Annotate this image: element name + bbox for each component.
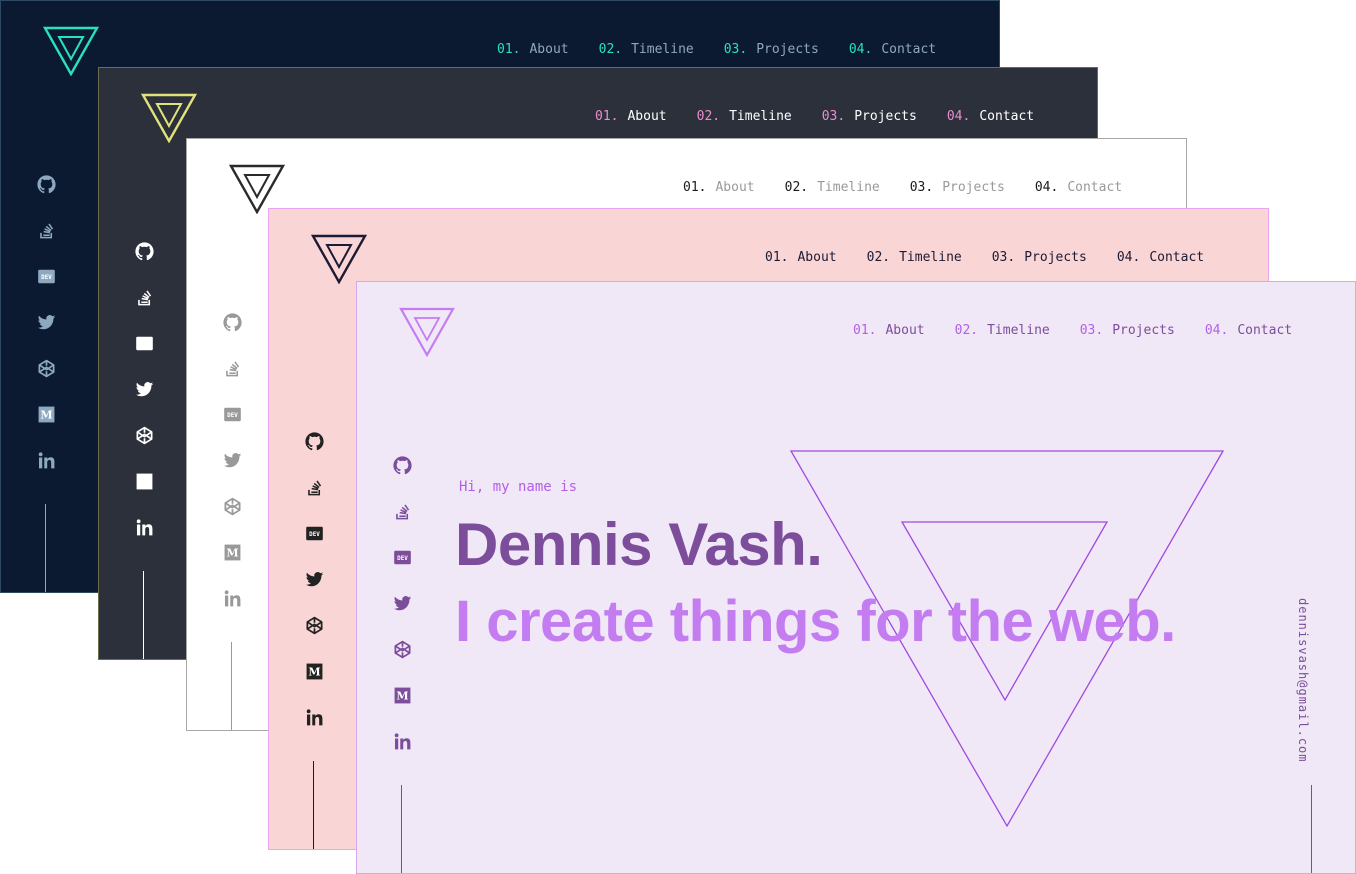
github-icon[interactable] — [392, 455, 412, 475]
logo-icon[interactable] — [399, 307, 455, 357]
main-nav: 01. About 02. Timeline 03. Projects 04. Cont… — [683, 180, 1122, 195]
twitter-icon[interactable] — [392, 593, 412, 613]
svg-text:DEV: DEV — [397, 555, 408, 562]
medium-icon[interactable]: M — [304, 661, 324, 681]
stackoverflow-icon[interactable] — [134, 287, 154, 307]
main-nav: 01. About 02. Timeline 03. Projects 04. Cont… — [497, 42, 936, 57]
dev-icon[interactable]: DEV — [36, 266, 56, 286]
twitter-icon[interactable] — [134, 379, 154, 399]
nav-projects[interactable]: 03. Projects — [910, 180, 1005, 195]
nav-contact[interactable]: 04. Contact — [1035, 180, 1122, 195]
email-divider — [1311, 785, 1312, 873]
nav-projects[interactable]: 03. Projects — [992, 250, 1087, 265]
github-icon[interactable] — [134, 241, 154, 261]
social-divider — [45, 504, 46, 592]
nav-contact[interactable]: 04. Contact — [947, 109, 1034, 124]
social-divider — [143, 571, 144, 659]
main-nav: 01. About 02. Timeline 03. Projects 04. Cont… — [595, 109, 1034, 124]
nav-timeline[interactable]: 02. Timeline — [785, 180, 880, 195]
logo-icon[interactable] — [229, 164, 285, 214]
nav-timeline[interactable]: 02. Timeline — [955, 323, 1050, 338]
nav-about[interactable]: 01. About — [683, 180, 755, 195]
dev-icon[interactable]: DEV — [134, 333, 154, 353]
twitter-icon[interactable] — [222, 450, 242, 470]
hero-tagline: I create things for the web. — [455, 589, 1176, 654]
svg-text:M: M — [308, 665, 320, 678]
codepen-icon[interactable] — [392, 639, 412, 659]
nav-timeline[interactable]: 02. Timeline — [867, 250, 962, 265]
nav-projects[interactable]: 03. Projects — [724, 42, 819, 57]
nav-projects[interactable]: 03. Projects — [1080, 323, 1175, 338]
svg-text:M: M — [226, 546, 238, 559]
logo-icon[interactable] — [43, 26, 99, 76]
github-icon[interactable] — [36, 174, 56, 194]
social-divider — [231, 642, 232, 730]
logo-icon[interactable] — [311, 234, 367, 284]
nav-contact[interactable]: 04. Contact — [1117, 250, 1204, 265]
svg-text:DEV: DEV — [309, 531, 320, 538]
nav-timeline[interactable]: 02. Timeline — [599, 42, 694, 57]
nav-contact[interactable]: 04. Contact — [1205, 323, 1292, 338]
theme-preview-lavender: 01. About 02. Timeline 03. Projects 04. Cont… — [356, 281, 1356, 874]
hero-name: Dennis Vash. — [455, 511, 823, 578]
svg-text:DEV: DEV — [139, 341, 150, 348]
codepen-icon[interactable] — [134, 425, 154, 445]
dev-icon[interactable]: DEV — [222, 404, 242, 424]
stackoverflow-icon[interactable] — [222, 358, 242, 378]
linkedin-icon[interactable] — [304, 707, 324, 727]
main-nav: 01. About 02. Timeline 03. Projects 04. Cont… — [765, 250, 1204, 265]
codepen-icon[interactable] — [304, 615, 324, 635]
social-divider — [401, 785, 402, 873]
svg-text:DEV: DEV — [41, 274, 52, 281]
github-icon[interactable] — [222, 312, 242, 332]
dev-icon[interactable]: DEV — [304, 523, 324, 543]
nav-contact[interactable]: 04. Contact — [849, 42, 936, 57]
linkedin-icon[interactable] — [134, 517, 154, 537]
email-link[interactable]: dennisvash@gmail.com — [1296, 598, 1310, 763]
nav-projects[interactable]: 03. Projects — [822, 109, 917, 124]
stackoverflow-icon[interactable] — [304, 477, 324, 497]
stackoverflow-icon[interactable] — [36, 220, 56, 240]
hero-greeting: Hi, my name is — [459, 479, 578, 495]
dev-icon[interactable]: DEV — [392, 547, 412, 567]
twitter-icon[interactable] — [36, 312, 56, 332]
svg-text:DEV: DEV — [227, 412, 238, 419]
main-nav: 01. About 02. Timeline 03. Projects 04. Cont… — [853, 323, 1292, 338]
social-divider — [313, 761, 314, 849]
linkedin-icon[interactable] — [392, 731, 412, 751]
svg-text:M: M — [40, 408, 52, 421]
medium-icon[interactable]: M — [36, 404, 56, 424]
medium-icon[interactable]: M — [222, 542, 242, 562]
medium-icon[interactable]: M — [392, 685, 412, 705]
stackoverflow-icon[interactable] — [392, 501, 412, 521]
nav-about[interactable]: 01. About — [497, 42, 569, 57]
linkedin-icon[interactable] — [36, 450, 56, 470]
nav-about[interactable]: 01. About — [595, 109, 667, 124]
codepen-icon[interactable] — [36, 358, 56, 378]
logo-icon[interactable] — [141, 93, 197, 143]
codepen-icon[interactable] — [222, 496, 242, 516]
medium-icon[interactable]: M — [134, 471, 154, 491]
nav-about[interactable]: 01. About — [853, 323, 925, 338]
svg-text:M: M — [138, 475, 150, 488]
nav-about[interactable]: 01. About — [765, 250, 837, 265]
linkedin-icon[interactable] — [222, 588, 242, 608]
twitter-icon[interactable] — [304, 569, 324, 589]
github-icon[interactable] — [304, 431, 324, 451]
nav-timeline[interactable]: 02. Timeline — [697, 109, 792, 124]
svg-text:M: M — [396, 689, 408, 702]
